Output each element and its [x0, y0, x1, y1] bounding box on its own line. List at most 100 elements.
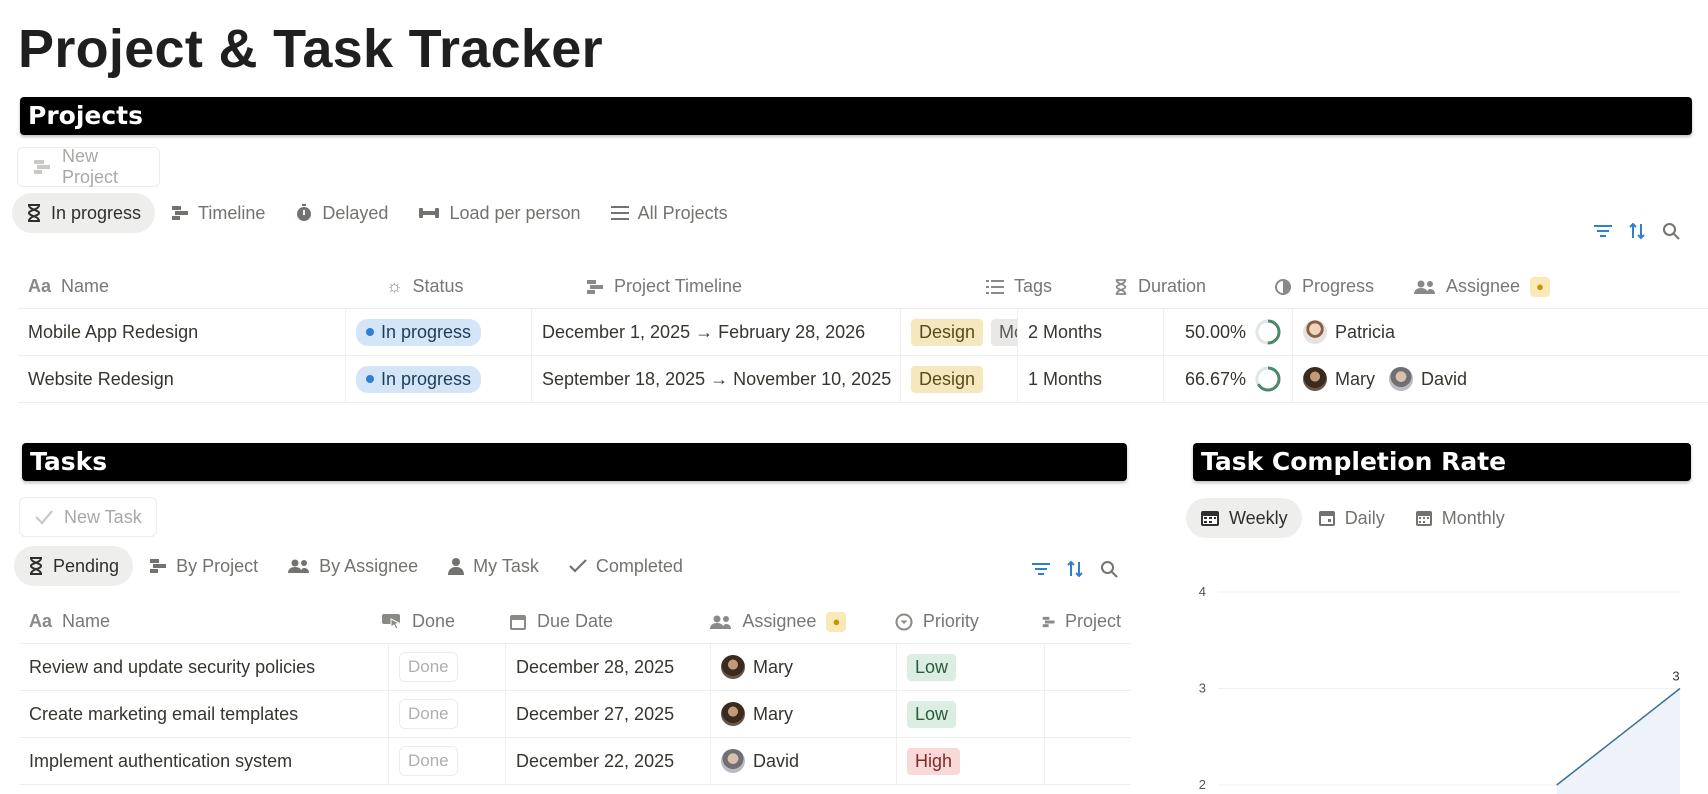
- table-row[interactable]: Create marketing email templates Done De…: [19, 691, 1131, 738]
- people-icon: [1414, 280, 1435, 294]
- filter-icon[interactable]: [1032, 562, 1050, 576]
- done-button[interactable]: Done: [399, 652, 458, 682]
- assignee-cell[interactable]: Mary: [711, 691, 897, 737]
- due-date[interactable]: December 22, 2025: [506, 738, 711, 784]
- tab-load-per-person[interactable]: Load per person: [404, 193, 594, 233]
- status-dot: [366, 375, 374, 383]
- column-label: Tags: [1014, 276, 1053, 296]
- tab-weekly[interactable]: Weekly: [1186, 498, 1302, 538]
- due-date[interactable]: December 27, 2025: [506, 691, 711, 737]
- done-cell[interactable]: Done: [389, 691, 506, 737]
- project-cell[interactable]: [1045, 691, 1131, 737]
- timeline-icon: [150, 559, 167, 573]
- duration-cell[interactable]: 2 Months: [1018, 309, 1164, 355]
- project-cell[interactable]: [1045, 644, 1131, 690]
- task-name[interactable]: Create marketing email templates: [19, 691, 389, 737]
- table-row[interactable]: Review and update security policies Done…: [19, 644, 1131, 691]
- search-icon[interactable]: [1100, 560, 1118, 578]
- tab-label: Monthly: [1441, 507, 1505, 528]
- assignee-cell[interactable]: Patricia: [1293, 309, 1593, 355]
- column-label: Assignee: [1446, 276, 1521, 296]
- assignee-cell[interactable]: Mary: [711, 644, 897, 690]
- tab-completed[interactable]: Completed: [555, 546, 697, 586]
- button-cursor-icon: [381, 613, 401, 630]
- done-button[interactable]: Done: [399, 746, 458, 776]
- priority-cell[interactable]: Low: [897, 644, 1045, 690]
- column-header-priority[interactable]: Priority: [885, 600, 1032, 643]
- task-name[interactable]: Review and update security policies: [19, 644, 389, 690]
- y-tick-label: 2: [1199, 777, 1206, 792]
- progress-cell[interactable]: 66.67%: [1164, 356, 1293, 402]
- tab-in-progress[interactable]: In progress: [12, 193, 156, 233]
- done-cell[interactable]: Done: [389, 644, 506, 690]
- column-label: Due Date: [537, 611, 614, 631]
- table-row[interactable]: Mobile App Redesign In progress December…: [18, 309, 1708, 356]
- due-date[interactable]: December 28, 2025: [506, 644, 711, 690]
- assignee-name: Mary: [753, 656, 793, 677]
- tab-monthly[interactable]: Monthly: [1401, 498, 1519, 538]
- project-timeline[interactable]: December 1, 2025 → February 28, 2026: [532, 309, 901, 355]
- project-name[interactable]: Website Redesign: [18, 356, 346, 402]
- column-header-progress[interactable]: Progress: [1264, 265, 1404, 308]
- done-cell[interactable]: Done: [389, 738, 506, 784]
- column-header-assignee[interactable]: Assignee ●: [1404, 265, 1708, 308]
- priority-cell[interactable]: Low: [897, 691, 1045, 737]
- completion-section-header: Task Completion Rate: [1193, 443, 1691, 481]
- project-cell[interactable]: [1045, 738, 1131, 784]
- status-cell[interactable]: In progress: [346, 356, 532, 402]
- tab-timeline[interactable]: Timeline: [157, 193, 279, 233]
- tags-cell[interactable]: Design Mobile: [901, 309, 1018, 355]
- completion-chart: 2 3 4 3: [1199, 584, 1681, 794]
- tags-cell[interactable]: Design: [901, 356, 1018, 402]
- filter-icon[interactable]: [1594, 224, 1612, 238]
- table-row[interactable]: Website Redesign In progress September 1…: [18, 356, 1708, 403]
- column-header-project[interactable]: Project: [1032, 600, 1131, 643]
- new-project-button[interactable]: New Project: [17, 146, 160, 187]
- data-label: 3: [1672, 669, 1679, 684]
- column-header-name[interactable]: Aa Name: [18, 265, 376, 308]
- column-header-project-timeline[interactable]: Project Timeline: [576, 265, 976, 308]
- tab-all-projects[interactable]: All Projects: [597, 193, 742, 233]
- column-header-duration[interactable]: Duration: [1104, 265, 1264, 308]
- sort-icon[interactable]: [1066, 560, 1084, 578]
- priority-cell[interactable]: High: [897, 738, 1045, 784]
- tab-delayed[interactable]: Delayed: [281, 193, 402, 233]
- tab-daily[interactable]: Daily: [1304, 498, 1399, 538]
- tab-by-assignee[interactable]: By Assignee: [274, 546, 432, 586]
- project-name[interactable]: Mobile App Redesign: [18, 309, 346, 355]
- assignee-cell[interactable]: Mary David: [1293, 356, 1593, 402]
- hourglass-icon: [27, 204, 41, 222]
- sort-icon[interactable]: [1628, 222, 1646, 240]
- check-icon: [569, 559, 587, 573]
- people-icon: [710, 615, 732, 629]
- assignee-cell[interactable]: David: [711, 738, 897, 784]
- table-row[interactable]: Implement authentication system Done Dec…: [19, 738, 1131, 785]
- column-header-due-date[interactable]: Due Date: [499, 600, 700, 643]
- progress-cell[interactable]: 50.00%: [1164, 309, 1293, 355]
- column-header-assignee[interactable]: Assignee ●: [700, 600, 885, 643]
- new-task-button[interactable]: New Task: [19, 497, 157, 537]
- project-timeline[interactable]: September 18, 2025 → November 10, 2025: [532, 356, 901, 402]
- status-badge: In progress: [356, 318, 482, 346]
- timeline-icon: [587, 279, 603, 294]
- column-header-done[interactable]: Done: [372, 600, 499, 643]
- tag-design: Design: [911, 365, 984, 393]
- tab-label: By Assignee: [319, 555, 419, 576]
- task-name[interactable]: Implement authentication system: [19, 738, 389, 784]
- column-header-tags[interactable]: Tags: [976, 265, 1104, 308]
- column-label: Duration: [1138, 276, 1207, 296]
- tab-by-project[interactable]: By Project: [135, 546, 272, 586]
- new-task-label: New Task: [64, 506, 142, 527]
- duration-cell[interactable]: 1 Months: [1018, 356, 1164, 402]
- tab-my-task[interactable]: My Task: [434, 546, 553, 586]
- column-header-status[interactable]: ☼ Status: [376, 265, 576, 308]
- tab-pending[interactable]: Pending: [14, 546, 134, 586]
- done-button[interactable]: Done: [399, 699, 458, 729]
- status-cell[interactable]: In progress: [346, 309, 532, 355]
- tab-label: Delayed: [322, 202, 389, 223]
- calendar-icon: [1201, 511, 1219, 526]
- column-header-name[interactable]: Aa Name: [19, 600, 372, 643]
- tab-label: Daily: [1344, 507, 1385, 528]
- column-label: Priority: [922, 611, 979, 631]
- search-icon[interactable]: [1662, 222, 1680, 240]
